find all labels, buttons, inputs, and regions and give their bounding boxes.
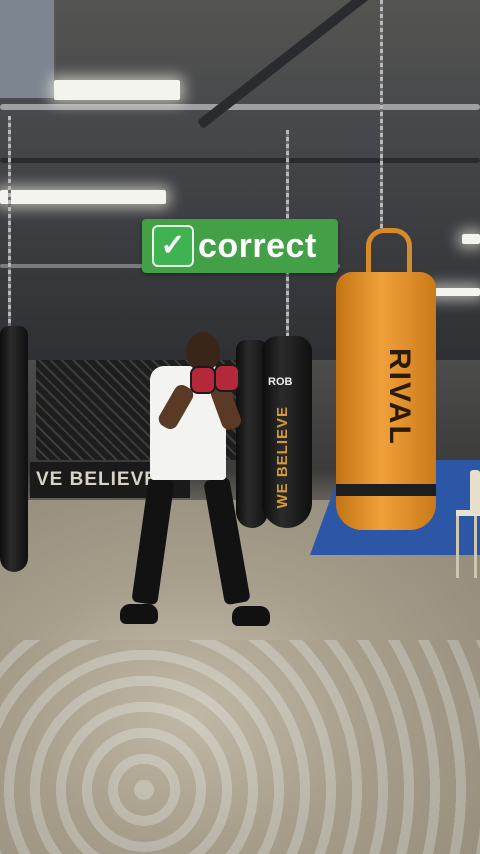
boxing-glove <box>190 366 216 394</box>
bag-brand: RIVAL <box>383 348 416 446</box>
caption-text: correct <box>198 226 317 265</box>
check-mark-icon: ✓ <box>152 225 194 267</box>
ceiling-light <box>430 288 480 296</box>
ceiling-light <box>0 190 166 204</box>
bag-chain <box>8 116 11 330</box>
chair <box>452 470 480 580</box>
ceiling-light <box>462 234 480 244</box>
bag-logo: ROB <box>268 376 293 388</box>
punching-bag-orange: RIVAL <box>336 272 436 530</box>
ceiling-pipe <box>0 104 480 110</box>
ceiling-pipe <box>0 158 480 163</box>
bag-slogan: WE BELIEVE <box>274 406 291 509</box>
person-shoe <box>232 606 270 626</box>
floor-texture <box>0 640 480 854</box>
person-shoe <box>120 604 158 624</box>
caption-overlay: ✓ correct <box>142 219 338 273</box>
boxing-glove <box>214 364 240 392</box>
punching-bag-black: ROB WE BELIEVE <box>262 336 312 528</box>
wall-panel <box>0 0 56 98</box>
ceiling-light <box>54 80 180 100</box>
bag-chain <box>380 0 383 232</box>
punching-bag-left <box>0 326 28 572</box>
video-frame: VE BELIEVE ROB WE BELIEVE RIVAL ✓ correc… <box>0 0 480 854</box>
bag-band <box>336 484 436 496</box>
